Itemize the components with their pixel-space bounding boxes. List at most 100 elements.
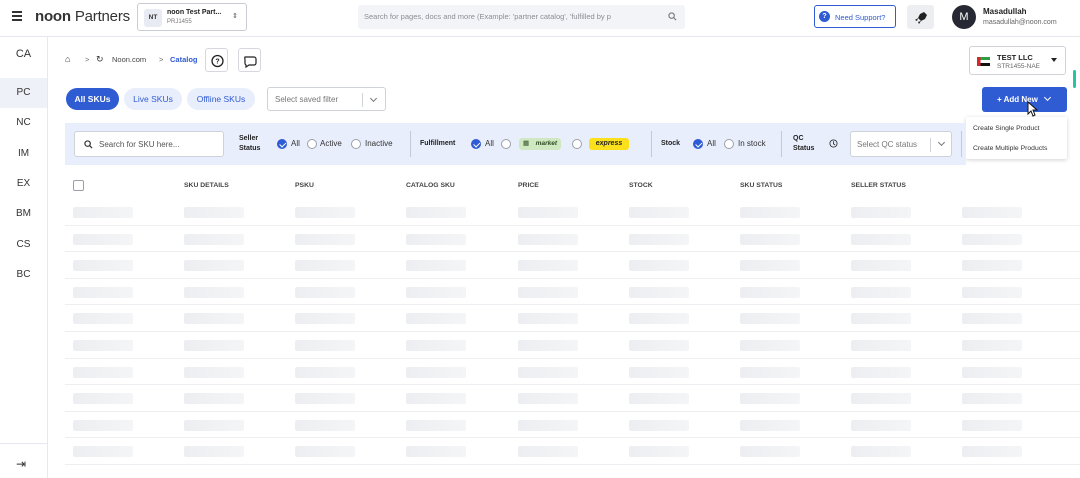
seller-status-all-label: All bbox=[291, 139, 300, 148]
loading-skeleton bbox=[184, 233, 244, 245]
loading-skeleton bbox=[740, 446, 800, 458]
loading-skeleton bbox=[73, 393, 133, 405]
user-avatar[interactable]: M bbox=[952, 5, 976, 29]
filter-divider bbox=[651, 131, 652, 157]
seller-status-active-label: Active bbox=[320, 139, 342, 148]
menu-item-create-single-product[interactable]: Create Single Product bbox=[973, 125, 1040, 132]
loading-skeleton bbox=[740, 260, 800, 272]
loading-skeleton bbox=[518, 393, 578, 405]
table-row bbox=[65, 226, 1080, 253]
sidebar-item-ex[interactable]: EX bbox=[0, 174, 47, 194]
saved-filter-placeholder: Select saved filter bbox=[275, 95, 339, 104]
qc-status-select[interactable]: Select QC status bbox=[850, 131, 952, 157]
need-support-label: Need Support? bbox=[835, 13, 886, 22]
fulfillment-market-radio[interactable] bbox=[501, 139, 511, 149]
sku-search-placeholder: Search for SKU here... bbox=[99, 140, 180, 149]
loading-skeleton bbox=[295, 419, 355, 431]
loading-skeleton bbox=[851, 393, 911, 405]
seller-status-active-radio[interactable] bbox=[307, 139, 317, 149]
loading-skeleton bbox=[962, 393, 1022, 405]
sidebar-item-bm[interactable]: BM bbox=[0, 204, 47, 224]
sidebar-item-nc[interactable]: NC bbox=[0, 113, 47, 133]
collapse-sidebar-icon[interactable]: ⇥ bbox=[16, 457, 26, 471]
fulfillment-all-radio[interactable] bbox=[471, 139, 481, 149]
loading-skeleton bbox=[295, 207, 355, 218]
column-header-psku[interactable]: PSKU bbox=[295, 182, 314, 189]
loading-skeleton bbox=[184, 313, 244, 325]
seller-status-all-radio[interactable] bbox=[277, 139, 287, 149]
loading-skeleton bbox=[73, 339, 133, 351]
column-header-price[interactable]: PRICE bbox=[518, 182, 539, 189]
tab-live-skus[interactable]: Live SKUs bbox=[124, 88, 182, 110]
store-selector[interactable]: TEST LLC STR1455-NAE bbox=[969, 46, 1066, 75]
help-button[interactable]: ? bbox=[205, 48, 228, 72]
column-header-sku-status[interactable]: SKU STATUS bbox=[740, 182, 782, 189]
chat-button[interactable] bbox=[238, 48, 261, 72]
store-name: TEST LLC bbox=[997, 53, 1033, 62]
breadcrumb-separator-icon: > bbox=[85, 55, 90, 64]
menu-icon[interactable] bbox=[12, 11, 22, 21]
table-row bbox=[65, 305, 1080, 332]
refresh-icon[interactable]: ↻ bbox=[96, 54, 104, 65]
rocket-button[interactable] bbox=[907, 5, 934, 29]
loading-skeleton bbox=[629, 393, 689, 405]
home-icon[interactable]: ⌂ bbox=[65, 54, 70, 64]
loading-skeleton bbox=[629, 260, 689, 272]
loading-skeleton bbox=[740, 313, 800, 325]
qc-status-label: QC Status bbox=[793, 135, 815, 152]
seller-status-inactive-radio[interactable] bbox=[351, 139, 361, 149]
loading-skeleton bbox=[518, 207, 578, 218]
fulfillment-all-label: All bbox=[485, 139, 494, 148]
loading-skeleton bbox=[295, 446, 355, 458]
breadcrumb-noon[interactable]: Noon.com bbox=[112, 55, 146, 64]
column-header-sku-details[interactable]: SKU DETAILS bbox=[184, 182, 229, 189]
loading-skeleton bbox=[295, 260, 355, 272]
chat-icon bbox=[244, 56, 257, 69]
sidebar-item-im[interactable]: IM bbox=[0, 144, 47, 164]
project-selector[interactable]: NT noon Test Part... PRJ1455 ⇕ bbox=[137, 3, 247, 31]
sidebar-item-bc[interactable]: BC bbox=[0, 265, 47, 285]
stock-label: Stock bbox=[661, 140, 681, 147]
loading-skeleton bbox=[851, 260, 911, 272]
column-header-seller-status[interactable]: SELLER STATUS bbox=[851, 182, 906, 189]
noon-partners-logo[interactable]: noon Partners bbox=[35, 8, 130, 25]
seller-status-label: Seller Status bbox=[239, 135, 261, 152]
need-support-button[interactable]: ? Need Support? bbox=[814, 5, 896, 28]
loading-skeleton bbox=[518, 446, 578, 458]
select-all-checkbox[interactable] bbox=[73, 180, 84, 191]
project-avatar: NT bbox=[144, 9, 162, 27]
global-search-input[interactable]: Search for pages, docs and more (Example… bbox=[358, 5, 685, 29]
stock-all-radio[interactable] bbox=[693, 139, 703, 149]
sku-search-input[interactable]: Search for SKU here... bbox=[74, 131, 224, 157]
stock-in-stock-radio[interactable] bbox=[724, 139, 734, 149]
market-badge: ▦ market bbox=[519, 138, 561, 150]
column-header-catalog-sku[interactable]: CATALOG SKU bbox=[406, 182, 455, 189]
project-name: noon Test Part... bbox=[167, 9, 222, 16]
loading-skeleton bbox=[629, 313, 689, 325]
loading-skeleton bbox=[851, 207, 911, 218]
sidebar: CA PC NC IM EX BM CS BC ⇥ bbox=[0, 37, 48, 478]
tab-offline-skus[interactable]: Offline SKUs bbox=[187, 88, 255, 110]
sidebar-item-ca[interactable]: CA bbox=[0, 45, 47, 63]
loading-skeleton bbox=[629, 233, 689, 245]
menu-item-create-multiple-products[interactable]: Create Multiple Products bbox=[973, 145, 1047, 152]
loading-skeleton bbox=[406, 366, 466, 378]
loading-skeleton bbox=[740, 393, 800, 405]
loading-skeleton bbox=[518, 260, 578, 272]
loading-skeleton bbox=[295, 366, 355, 378]
column-header-stock[interactable]: STOCK bbox=[629, 182, 653, 189]
info-icon[interactable] bbox=[829, 139, 838, 148]
sidebar-item-pc[interactable]: PC bbox=[0, 78, 47, 108]
loading-skeleton bbox=[406, 339, 466, 351]
store-code: STR1455-NAE bbox=[997, 63, 1040, 70]
loading-skeleton bbox=[851, 313, 911, 325]
fulfillment-express-radio[interactable] bbox=[572, 139, 582, 149]
sidebar-item-cs[interactable]: CS bbox=[0, 235, 47, 255]
tab-all-skus[interactable]: All SKUs bbox=[66, 88, 119, 110]
saved-filter-select[interactable]: Select saved filter bbox=[267, 87, 386, 111]
search-icon[interactable] bbox=[668, 12, 677, 21]
breadcrumb-catalog[interactable]: Catalog bbox=[170, 55, 198, 64]
loading-skeleton bbox=[184, 446, 244, 458]
add-new-button[interactable]: + Add New bbox=[982, 87, 1067, 112]
loading-skeleton bbox=[629, 419, 689, 431]
